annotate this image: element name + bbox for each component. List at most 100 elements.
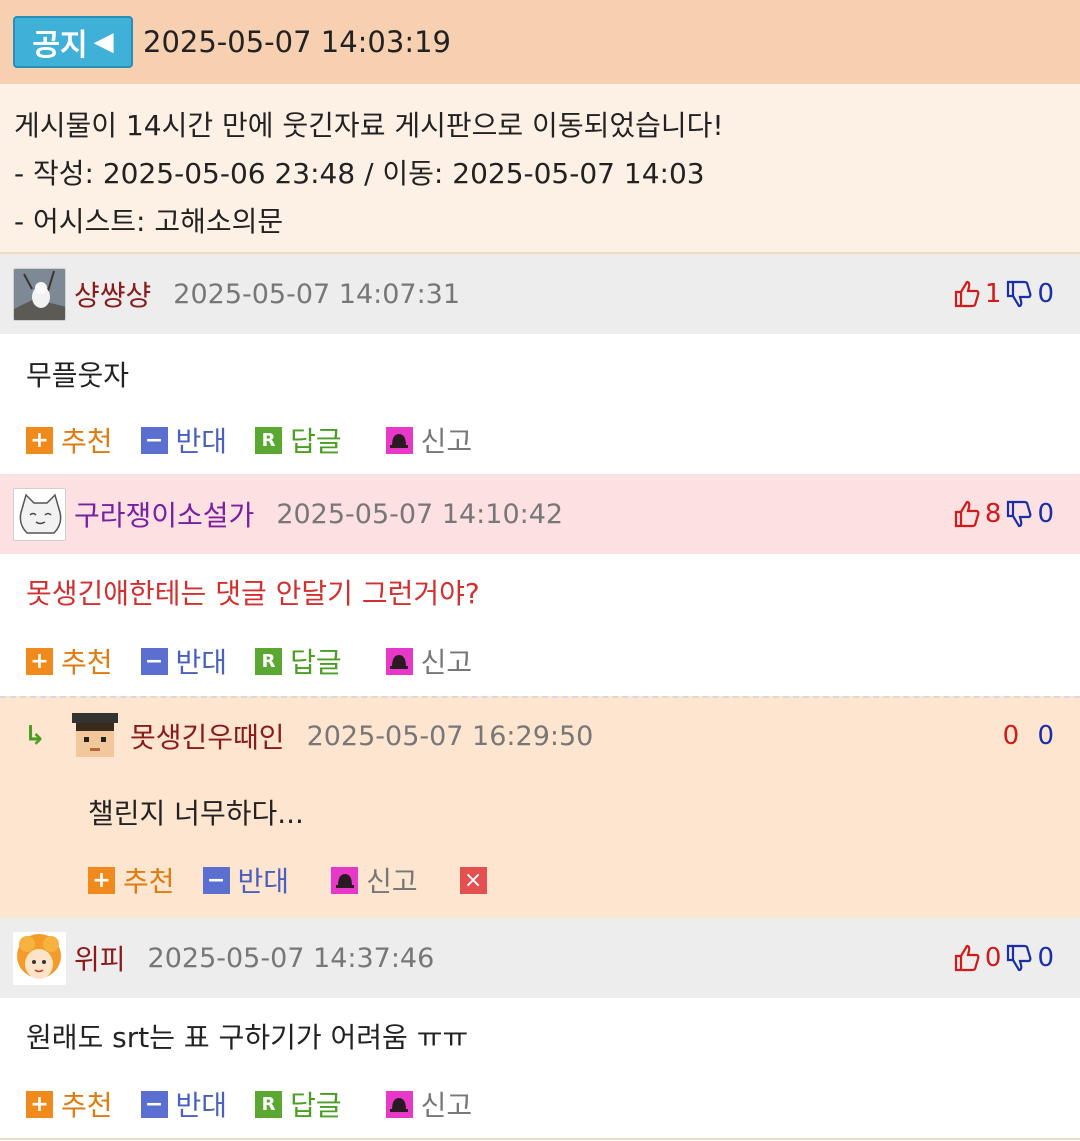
avatar[interactable] [13, 487, 66, 541]
comment-body: 원래도 srt는 표 구하기가 어려움 ㅠㅠ [26, 1021, 469, 1054]
reply-icon: R [255, 1090, 283, 1118]
comment-actions: + 추천 − 반대 R 답글 신고 [0, 406, 1080, 474]
vote-up-count: 8 [984, 499, 1002, 529]
notice-line: - 작성: 2025-05-06 23:48 / 이동: 2025-05-07 … [14, 157, 705, 190]
thumbs-up-icon[interactable] [953, 943, 981, 973]
minus-icon: − [140, 426, 168, 454]
siren-icon [385, 426, 413, 454]
oppose-button[interactable]: − 반대 [202, 860, 290, 900]
oppose-label: 반대 [237, 865, 290, 898]
delete-button[interactable]: × [459, 866, 495, 894]
reply-header: ↳ 못생긴우때인 2025-05-07 16:29:50 0 0 [0, 698, 1080, 774]
report-button[interactable]: 신고 [331, 860, 418, 900]
comment-header: 위피 2025-05-07 14:37:46 0 0 [0, 918, 1080, 998]
notice-line: 게시물이 14시간 만에 웃긴자료 게시판으로 이동되었습니다! [14, 109, 724, 142]
vote-counts: 1 0 [953, 279, 1054, 309]
reply-button[interactable]: R 답글 [255, 641, 342, 681]
report-label: 신고 [366, 865, 418, 898]
plus-icon: + [26, 647, 53, 675]
reply-timestamp: 2025-05-07 16:29:50 [306, 720, 594, 752]
recommend-button[interactable]: + 추천 [26, 420, 113, 460]
report-button[interactable]: 신고 [385, 641, 473, 681]
recommend-button[interactable]: + 추천 [88, 860, 175, 900]
comment: 구라쟁이소설가 2025-05-07 14:10:42 8 0 못생긴애한테는 … [0, 474, 1080, 696]
plus-icon: + [26, 1090, 53, 1118]
notice-header: 공지 ◀ 2025-05-07 14:03:19 [0, 0, 1080, 84]
comment-nickname[interactable]: 위피 [74, 938, 126, 978]
siren-icon [385, 1090, 413, 1118]
comment-header: 구라쟁이소설가 2025-05-07 14:10:42 8 0 [0, 474, 1080, 554]
avatar[interactable] [13, 931, 66, 985]
report-button[interactable]: 신고 [385, 420, 473, 460]
oppose-button[interactable]: − 반대 [140, 641, 228, 681]
avatar[interactable] [13, 267, 66, 321]
notice-body: 게시물이 14시간 만에 웃긴자료 게시판으로 이동되었습니다! - 작성: 2… [0, 84, 1080, 254]
reply-comment: ↳ 못생긴우때인 2025-05-07 16:29:50 0 0 챌린지 너무하… [0, 696, 1080, 918]
thumbs-up-icon[interactable] [953, 499, 981, 529]
reply-icon: R [255, 647, 283, 675]
oppose-button[interactable]: − 반대 [140, 1084, 228, 1124]
comment: 위피 2025-05-07 14:37:46 0 0 원래도 srt는 표 구하… [0, 918, 1080, 1140]
comment-body: 무플웃자 [26, 359, 130, 392]
minus-icon: − [140, 1090, 168, 1118]
report-label: 신고 [420, 646, 473, 679]
notice-badge: 공지 ◀ [13, 16, 133, 68]
reply-icon: R [255, 426, 283, 454]
comment-actions: + 추천 − 반대 R 답글 신고 [0, 626, 1080, 696]
comment-actions: + 추천 − 반대 R 답글 신고 [0, 1070, 1080, 1140]
reply-label: 답글 [290, 646, 342, 679]
vote-up-count: 0 [984, 943, 1002, 973]
recommend-label: 추천 [123, 865, 175, 898]
vote-down-count: 0 [1037, 279, 1054, 309]
reply-button[interactable]: R 답글 [255, 1084, 342, 1124]
oppose-label: 반대 [175, 425, 228, 458]
vote-up-count: 1 [984, 279, 1002, 309]
report-button[interactable]: 신고 [385, 1084, 473, 1124]
comment-nickname[interactable]: 구라쟁이소설가 [74, 494, 254, 534]
recommend-button[interactable]: + 추천 [26, 641, 113, 681]
reply-label: 답글 [290, 1089, 342, 1122]
vote-down-count: 0 [1037, 499, 1054, 529]
recommend-label: 추천 [61, 425, 113, 458]
oppose-label: 반대 [175, 1089, 228, 1122]
notice-badge-label: 공지 [32, 28, 88, 63]
comment-timestamp: 2025-05-07 14:37:46 [147, 942, 435, 974]
recommend-label: 추천 [61, 646, 113, 679]
siren-icon [331, 866, 359, 894]
thumbs-down-icon[interactable] [1005, 943, 1033, 973]
reply-vote-counts: 0 0 [1003, 721, 1054, 751]
notice-line: - 어시스트: 고해소의문 [14, 205, 284, 238]
recommend-button[interactable]: + 추천 [26, 1084, 113, 1124]
thumbs-down-icon[interactable] [1005, 279, 1033, 309]
vote-down-count: 0 [1037, 721, 1054, 751]
close-icon: × [459, 866, 487, 894]
comment: 샹썅샹 2025-05-07 14:07:31 1 0 무플웃자 + 추천 − 반대… [0, 254, 1080, 474]
plus-icon: + [88, 866, 115, 894]
comment-body: 못생긴애한테는 댓글 안달기 그런거야? [26, 577, 480, 610]
thumbs-up-icon[interactable] [953, 279, 981, 309]
oppose-button[interactable]: − 반대 [140, 420, 228, 460]
comment-timestamp: 2025-05-07 14:10:42 [276, 498, 564, 530]
vote-up-count: 0 [1002, 721, 1020, 751]
vote-down-count: 0 [1037, 943, 1054, 973]
reply-body: 챌린지 너무하다... [88, 797, 304, 830]
speaker-icon: ◀ [93, 27, 114, 57]
oppose-label: 반대 [175, 646, 228, 679]
minus-icon: − [140, 647, 168, 675]
comment-nickname[interactable]: 샹썅샹 [74, 274, 151, 314]
minus-icon: − [202, 866, 230, 894]
notice-timestamp: 2025-05-07 14:03:19 [143, 25, 451, 59]
report-label: 신고 [420, 425, 473, 458]
report-label: 신고 [420, 1089, 473, 1122]
reply-actions: + 추천 − 반대 신고 × [0, 842, 1080, 918]
vote-counts: 0 0 [953, 943, 1054, 973]
reply-button[interactable]: R 답글 [255, 420, 342, 460]
reply-nickname[interactable]: 못생긴우때인 [130, 716, 285, 756]
reply-label: 답글 [290, 425, 342, 458]
plus-icon: + [26, 426, 53, 454]
siren-icon [385, 647, 413, 675]
avatar[interactable] [68, 709, 122, 763]
thumbs-down-icon[interactable] [1005, 499, 1033, 529]
vote-counts: 8 0 [953, 499, 1054, 529]
comment-header: 샹썅샹 2025-05-07 14:07:31 1 0 [0, 254, 1080, 334]
